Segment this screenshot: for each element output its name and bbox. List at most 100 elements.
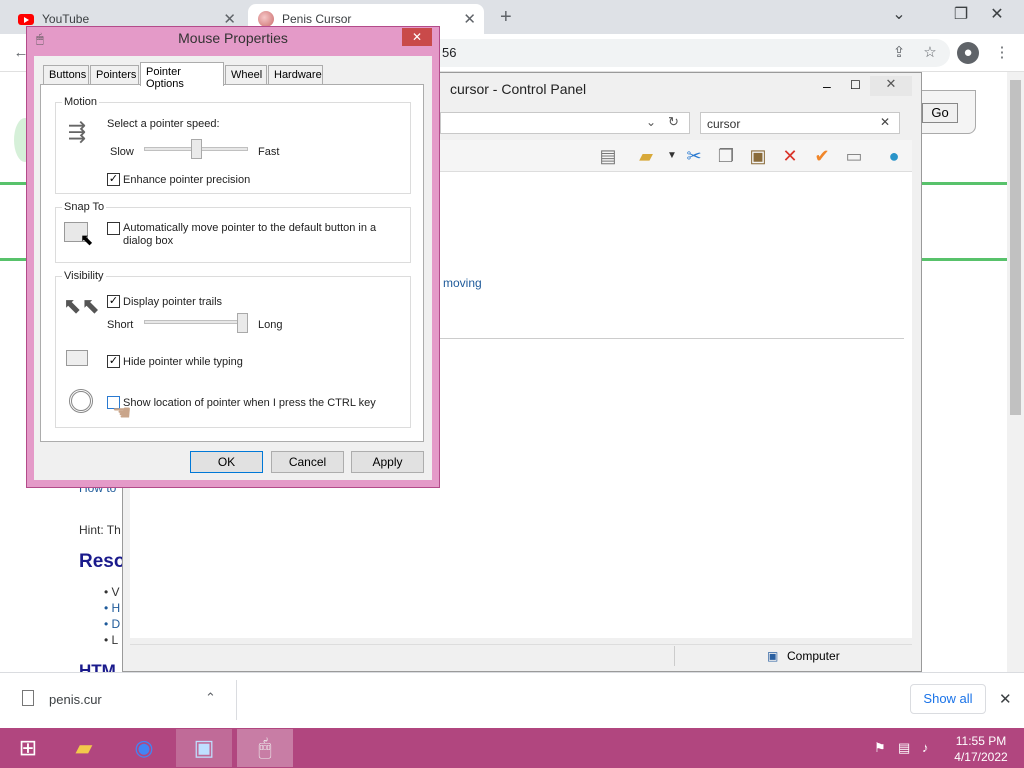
computer-icon: ▣ (767, 649, 779, 663)
tab-pointers[interactable]: Pointers (90, 65, 139, 85)
tab-title: Penis Cursor (282, 12, 352, 26)
clock[interactable]: 11:55 PM 4/17/2022 (948, 733, 1014, 765)
pointer-trails-label: Display pointer trails (123, 296, 223, 308)
snap-to-label: Automatically move pointer to the defaul… (123, 222, 377, 247)
speed-label: Select a pointer speed: (107, 118, 220, 130)
group-title: Visibility (62, 270, 106, 282)
checkmark-icon[interactable]: ✔ (810, 144, 834, 168)
show-all-button[interactable]: Show all (910, 684, 986, 714)
cut-icon[interactable]: ✂ (682, 144, 706, 168)
profile-avatar-icon[interactable]: ● (957, 42, 979, 64)
maximize-icon[interactable]: ☐ (850, 78, 861, 92)
trail-slider-track[interactable] (144, 320, 248, 324)
properties-icon[interactable]: ▭ (842, 144, 866, 168)
control-panel-icon[interactable]: ▣ (176, 729, 232, 767)
cancel-button[interactable]: Cancel (271, 451, 344, 473)
divider (440, 338, 904, 339)
chevron-up-icon[interactable]: ⌃ (205, 690, 216, 706)
minimize-icon[interactable]: – (823, 78, 831, 94)
hide-pointer-icon (66, 350, 88, 366)
control-panel-title: cursor - Control Panel (450, 81, 587, 97)
close-icon[interactable]: ✕ (463, 10, 476, 28)
address-text: 56 (442, 45, 457, 60)
clear-search-icon[interactable]: ✕ (880, 115, 890, 129)
page-heading: Reso (79, 551, 126, 572)
page-heading: HTM (79, 661, 116, 672)
chevron-down-icon[interactable]: ▼ (660, 144, 684, 168)
file-explorer-icon[interactable]: ▰ (56, 729, 112, 767)
ctrl-location-label: Show location of pointer when I press th… (123, 397, 376, 409)
speed-slider-thumb[interactable] (190, 139, 202, 159)
tab-buttons[interactable]: Buttons (43, 65, 89, 85)
file-icon (22, 690, 34, 706)
chrome-icon[interactable]: ◉ (116, 729, 172, 767)
snap-to-checkbox[interactable] (107, 222, 120, 235)
chevron-down-icon[interactable]: ⌄ (884, 4, 914, 24)
apply-button[interactable]: Apply (351, 451, 424, 473)
pointer-arrow-icon: ⬉ (80, 232, 94, 249)
network-icon[interactable]: ▤ (898, 740, 910, 756)
go-button[interactable]: Go (922, 103, 958, 123)
enhance-precision-checkbox[interactable]: ✓ (107, 173, 120, 186)
restore-icon[interactable]: ❐ (946, 4, 976, 24)
tab-wheel[interactable]: Wheel (225, 65, 267, 85)
close-window-icon[interactable]: ✕ (982, 4, 1012, 24)
close-icon[interactable]: ✕ (870, 76, 912, 96)
volume-muted-icon[interactable]: ♪ (922, 740, 929, 755)
tab-pointer-options[interactable]: Pointer Options (140, 62, 224, 90)
ok-button[interactable]: OK (190, 451, 263, 473)
action-center-icon[interactable]: ⚑ (874, 740, 886, 756)
short-label: Short (107, 319, 134, 331)
new-tab-icon[interactable]: + (500, 6, 512, 29)
page-hint: Hint: Th (79, 523, 121, 537)
close-icon[interactable]: ✕ (402, 28, 432, 46)
time: 11:55 PM (955, 734, 1007, 748)
delete-icon[interactable]: ✕ (778, 144, 802, 168)
list-item: • V (104, 585, 120, 599)
download-bar (0, 672, 1024, 728)
close-icon[interactable]: ✕ (999, 690, 1012, 708)
group-title: Motion (62, 96, 100, 108)
refresh-icon[interactable]: ↻ (668, 114, 679, 130)
pointer-trails-checkbox[interactable]: ✓ (107, 295, 120, 308)
list-item[interactable]: • H (104, 601, 120, 615)
youtube-icon (18, 13, 34, 25)
copy-icon[interactable]: ❐ (714, 144, 738, 168)
folder-icon[interactable]: ▰ (634, 144, 658, 168)
globe-icon[interactable]: ● (882, 144, 906, 168)
tab-hardware[interactable]: Hardware (268, 65, 323, 85)
address-bar[interactable]: 56 (420, 39, 950, 67)
download-item[interactable]: penis.cur (49, 692, 102, 707)
page-scrollbar-thumb[interactable] (1010, 80, 1021, 415)
group-title: Snap To (62, 201, 107, 213)
windows-start-icon[interactable]: ⊞ (0, 729, 56, 767)
bookmark-star-icon[interactable]: ☆ (919, 42, 941, 64)
tab-title: YouTube (42, 12, 90, 26)
trail-slider-thumb[interactable] (237, 313, 248, 333)
paste-icon[interactable]: ▣ (746, 144, 770, 168)
dialog-title: Mouse Properties (178, 30, 288, 46)
long-label: Long (258, 319, 283, 331)
control-panel-search-input[interactable]: cursor (700, 112, 900, 134)
hide-pointer-label: Hide pointer while typing (123, 356, 243, 368)
slow-label: Slow (110, 146, 134, 158)
fast-label: Fast (258, 146, 280, 158)
date: 4/17/2022 (954, 750, 1008, 764)
hand-cursor-icon: ☚ (112, 400, 132, 425)
share-icon[interactable]: ⇪ (888, 42, 910, 64)
pointer-speed-icon: ⇶ (67, 119, 87, 144)
layout-icon[interactable]: ▤ (596, 144, 620, 168)
enhance-precision-label: Enhance pointer precision (123, 174, 251, 186)
list-item: • L (104, 633, 119, 647)
status-location: Computer (787, 649, 840, 663)
site-favicon-icon (258, 11, 274, 27)
pointer-trails-icon: ⬉⬉ (63, 293, 100, 318)
menu-kebab-icon[interactable]: ⋮ (991, 42, 1013, 64)
list-item[interactable]: • D (104, 617, 120, 631)
chevron-down-icon[interactable]: ⌄ (646, 115, 656, 129)
pointer-location-icon (69, 389, 93, 413)
mouse-icon[interactable]: 🖱 (237, 729, 293, 767)
result-link[interactable]: moving (443, 276, 482, 290)
divider (674, 646, 675, 666)
hide-pointer-checkbox[interactable]: ✓ (107, 355, 120, 368)
